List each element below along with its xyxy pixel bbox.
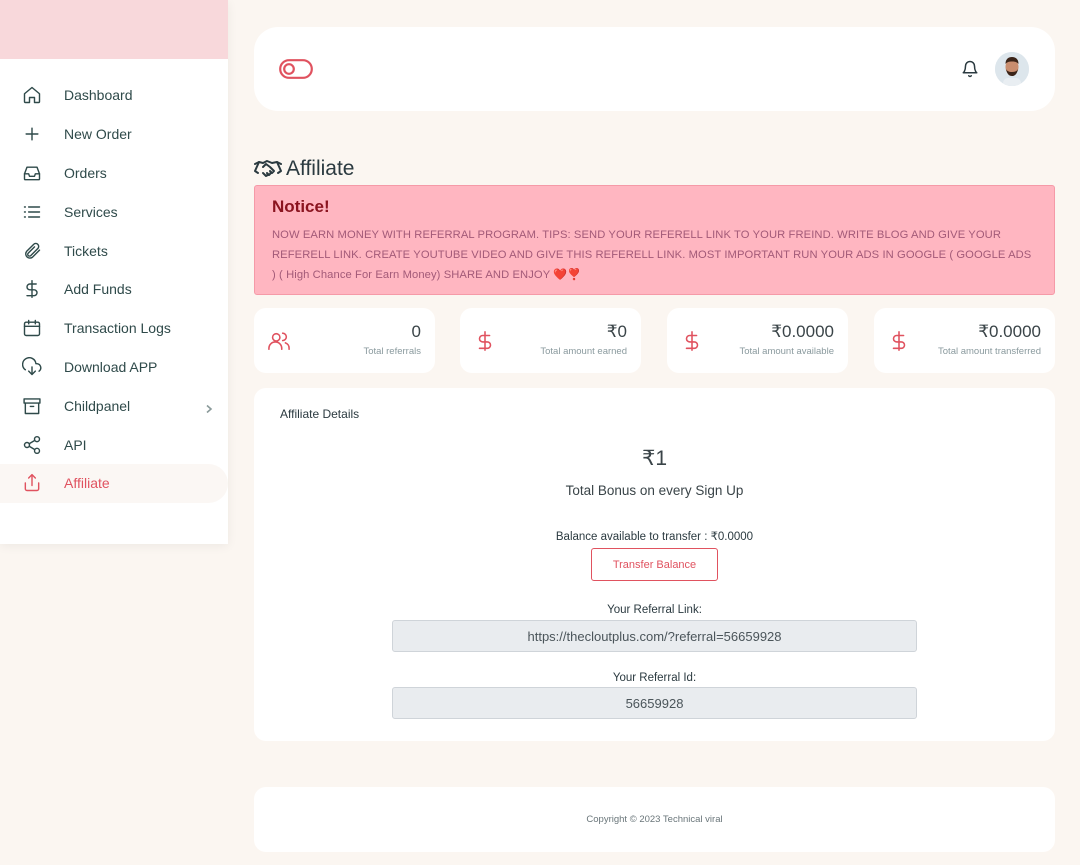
- card-title: Affiliate Details: [280, 407, 360, 421]
- chevron-right-icon[interactable]: [204, 401, 214, 413]
- sidebar-item-tickets[interactable]: Tickets: [0, 231, 228, 270]
- referral-link-label: Your Referral Link:: [607, 604, 702, 616]
- calendar-icon: [22, 318, 42, 338]
- download-cloud-icon: [22, 356, 42, 377]
- bonus-label: Total Bonus on every Sign Up: [565, 483, 744, 498]
- affiliate-details-card: Affiliate Details ₹1 Total Bonus on ever…: [254, 388, 1055, 741]
- stat-label: Total amount available: [739, 346, 834, 357]
- avatar[interactable]: [995, 52, 1029, 86]
- stat-label: Total amount transferred: [938, 346, 1041, 357]
- stat-value: ₹0.0000: [978, 322, 1041, 341]
- bonus-amount: ₹1: [641, 447, 668, 470]
- stat-label: Total amount earned: [540, 346, 627, 357]
- paperclip-icon: [22, 241, 42, 261]
- sidebar: Dashboard New Order Orders Services Tick…: [0, 0, 228, 544]
- sidebar-item-services[interactable]: Services: [0, 192, 228, 231]
- plus-icon: [22, 124, 42, 144]
- home-icon: [22, 85, 42, 105]
- sidebar-item-dashboard[interactable]: Dashboard: [0, 76, 228, 115]
- footer: Copyright © 2023 Technical viral: [254, 787, 1055, 852]
- sidebar-item-label: Tickets: [64, 242, 108, 259]
- upload-icon: [22, 473, 42, 493]
- users-icon: [268, 330, 290, 352]
- sidebar-item-label: Download APP: [64, 358, 158, 375]
- list-icon: [22, 202, 42, 222]
- sidebar-item-affiliate[interactable]: Affiliate: [0, 463, 228, 503]
- sidebar-item-label: New Order: [64, 126, 132, 143]
- stat-label: Total referrals: [363, 346, 421, 357]
- handshake-icon: [254, 158, 282, 180]
- stat-card-total-transferred: ₹0.0000 Total amount transferred: [874, 308, 1055, 373]
- page-title-text: Affiliate: [286, 157, 355, 180]
- copyright-text: Copyright © 2023 Technical viral: [586, 814, 723, 825]
- stat-value: ₹0.0000: [771, 322, 834, 341]
- stat-value: ₹0: [606, 322, 627, 341]
- sidebar-item-transaction-logs[interactable]: Transaction Logs: [0, 309, 228, 348]
- stat-card-total-referrals: 0 Total referrals: [254, 308, 435, 373]
- sidebar-item-label: Orders: [64, 164, 107, 181]
- toggle-icon[interactable]: [279, 59, 313, 79]
- notice-text: NOW EARN MONEY WITH REFERRAL PROGRAM. TI…: [272, 229, 1032, 281]
- balance-available-text: Balance available to transfer : ₹0.0000: [555, 531, 754, 543]
- sidebar-item-childpanel[interactable]: Childpanel: [0, 386, 228, 425]
- sidebar-logo-area: [0, 0, 228, 59]
- sidebar-item-label: Transaction Logs: [64, 320, 171, 337]
- referral-id-label: Your Referral Id:: [612, 672, 697, 684]
- referral-link-field[interactable]: [392, 620, 917, 652]
- notice-alert: Notice! NOW EARN MONEY WITH REFERRAL PRO…: [254, 185, 1055, 295]
- dollar-icon: [474, 330, 496, 352]
- dollar-icon: [888, 330, 910, 352]
- dollar-icon: [681, 330, 703, 352]
- sidebar-item-label: Add Funds: [64, 281, 132, 298]
- top-header: [254, 27, 1055, 111]
- stat-card-total-available: ₹0.0000 Total amount available: [667, 308, 848, 373]
- sidebar-item-label: Affiliate: [64, 475, 110, 492]
- referral-id-field[interactable]: [392, 687, 917, 719]
- archive-icon: [22, 396, 42, 416]
- sidebar-item-label: Dashboard: [64, 87, 133, 104]
- inbox-icon: [22, 163, 42, 183]
- sidebar-item-add-funds[interactable]: Add Funds: [0, 270, 228, 309]
- sidebar-item-api[interactable]: API: [0, 425, 228, 464]
- sidebar-item-download-app[interactable]: Download APP: [0, 348, 228, 387]
- sidebar-item-new-order[interactable]: New Order: [0, 115, 228, 154]
- sidebar-item-label: Services: [64, 203, 118, 220]
- stat-value: 0: [411, 322, 421, 341]
- stat-card-total-earned: ₹0 Total amount earned: [460, 308, 641, 373]
- sidebar-nav: Dashboard New Order Orders Services Tick…: [0, 59, 228, 503]
- sidebar-item-orders[interactable]: Orders: [0, 154, 228, 193]
- dollar-icon: [22, 279, 42, 299]
- bell-icon[interactable]: [961, 60, 979, 78]
- transfer-balance-button[interactable]: Transfer Balance: [591, 548, 718, 581]
- sidebar-item-label: API: [64, 436, 87, 453]
- notice-title: Notice!: [272, 197, 330, 216]
- share-icon: [22, 435, 42, 455]
- sidebar-item-label: Childpanel: [64, 397, 131, 414]
- page-title: Affiliate: [254, 155, 355, 183]
